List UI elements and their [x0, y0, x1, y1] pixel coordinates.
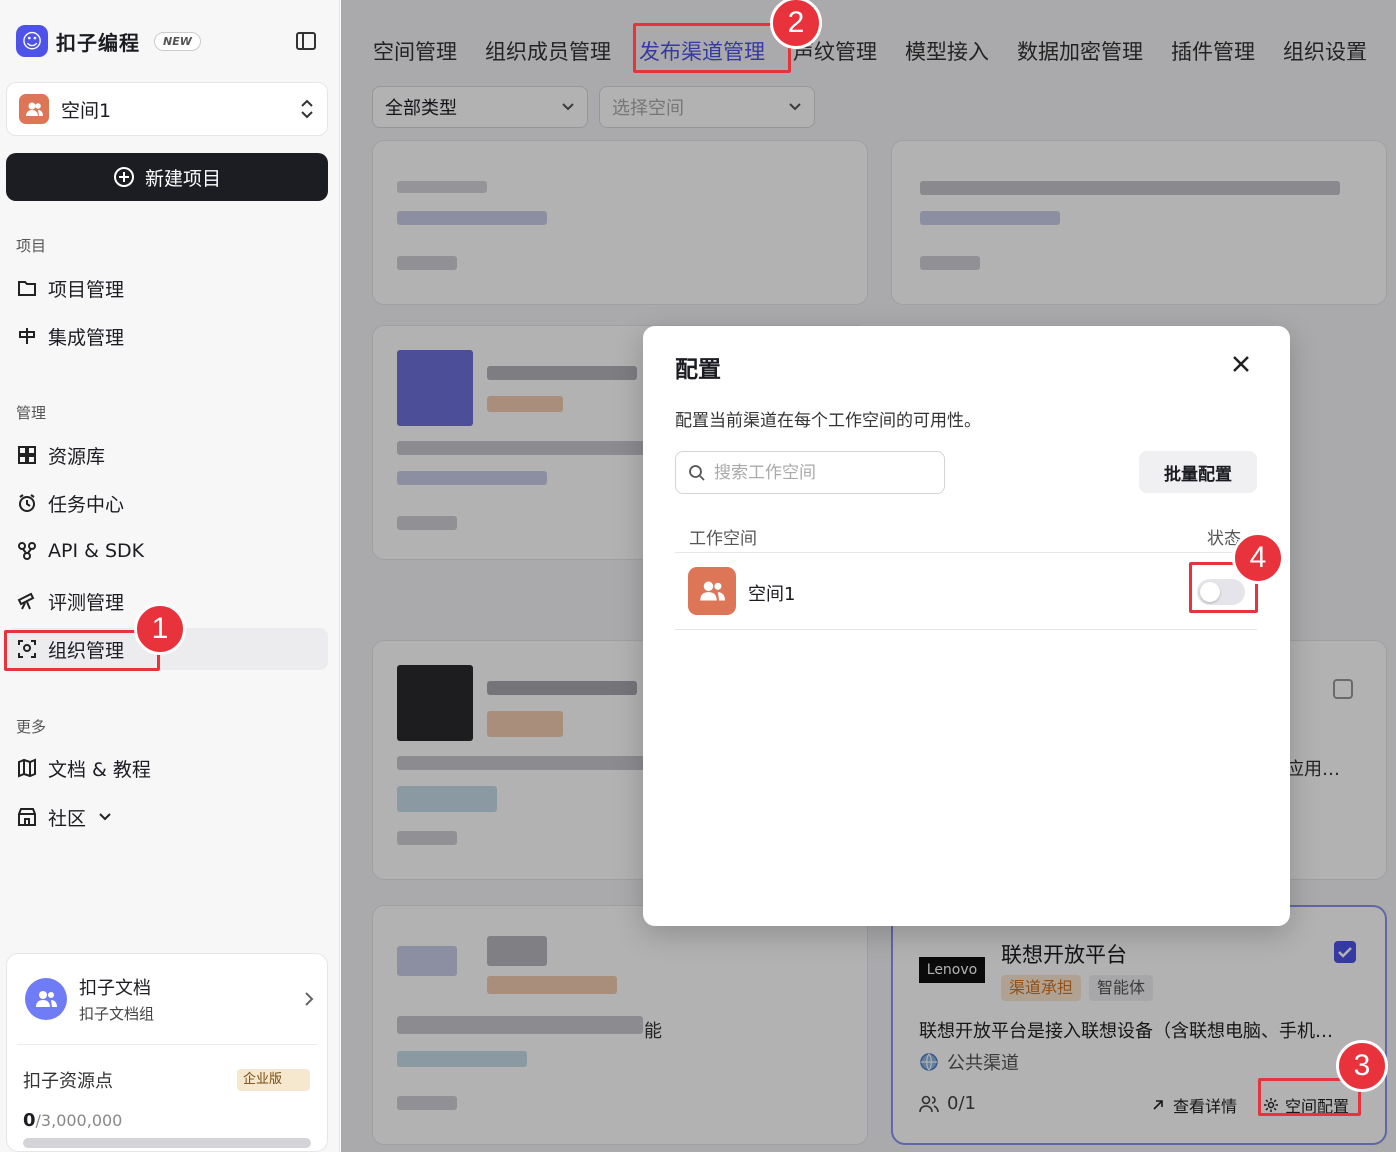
nav-label: 评测管理	[48, 591, 125, 614]
step-badge-4: 4	[1232, 532, 1284, 584]
resource-icon	[16, 444, 38, 466]
sidebar: ☺ 扣子编程 NEW 空间1 新建项目 项目 项目管理 集成管理 管理 资源库 …	[0, 0, 340, 1152]
highlight-box-2	[633, 23, 791, 73]
workspace-avatar-icon	[688, 567, 736, 615]
doc-title: 扣子文档	[79, 978, 151, 999]
modal-description: 配置当前渠道在每个工作空间的可用性。	[675, 411, 981, 431]
nav-label: 文档 & 教程	[48, 758, 151, 781]
config-modal: 配置 配置当前渠道在每个工作空间的可用性。 批量配置 工作空间 状态 空间1	[643, 326, 1290, 926]
new-project-button[interactable]: 新建项目	[6, 153, 328, 201]
group-avatar-icon	[25, 978, 67, 1020]
nav-task-center[interactable]: 任务中心	[6, 482, 328, 524]
book-map-icon	[16, 757, 38, 779]
nav-label: 集成管理	[48, 326, 125, 349]
space-switcher[interactable]: 空间1	[6, 82, 328, 136]
batch-config-button[interactable]: 批量配置	[1139, 451, 1257, 493]
points-used: 0	[23, 1110, 36, 1131]
doc-subtitle: 扣子文档组	[79, 1005, 155, 1023]
points-progress-bar	[23, 1138, 311, 1148]
nav-project-manage[interactable]: 项目管理	[6, 267, 328, 309]
new-badge: NEW	[154, 31, 201, 51]
points-label: 扣子资源点	[23, 1071, 113, 1092]
close-icon[interactable]	[1229, 352, 1253, 376]
nav-community[interactable]: 社区	[6, 796, 328, 838]
modal-title: 配置	[675, 357, 721, 383]
new-project-label: 新建项目	[144, 167, 221, 190]
points-value: 0/3,000,000	[23, 1110, 122, 1131]
step-badge-1: 1	[134, 603, 186, 655]
nav-integration-manage[interactable]: 集成管理	[6, 315, 328, 357]
section-manage: 管理	[16, 404, 47, 422]
workspace-search[interactable]	[675, 451, 945, 494]
enterprise-badge: 企业版	[237, 1069, 311, 1091]
nav-label: API & SDK	[48, 540, 145, 562]
nav-label: 资源库	[48, 445, 106, 468]
search-icon	[689, 464, 705, 481]
points-total: /3,000,000	[35, 1111, 123, 1130]
doc-group-row[interactable]: 扣子文档 扣子文档组	[25, 974, 315, 1024]
chevron-right-icon	[305, 992, 314, 1006]
nav-label: 任务中心	[48, 493, 125, 516]
divider	[17, 1044, 317, 1045]
chevron-down-icon	[99, 813, 111, 821]
alarm-clock-icon	[16, 492, 38, 514]
telescope-icon	[16, 590, 38, 612]
space-name: 空间1	[61, 99, 112, 122]
nav-resource-lib[interactable]: 资源库	[6, 434, 328, 476]
brand-logo-icon: ☺	[16, 25, 48, 57]
workspace-search-input[interactable]	[714, 462, 924, 483]
column-header-workspace: 工作空间	[689, 529, 757, 549]
folder-icon	[16, 277, 38, 299]
nav-api-sdk[interactable]: API & SDK	[6, 530, 328, 572]
brand[interactable]: ☺ 扣子编程 NEW	[16, 24, 201, 58]
nav-label: 社区	[48, 807, 87, 830]
bottom-card: 扣子文档 扣子文档组 扣子资源点 企业版 0/3,000,000	[6, 953, 328, 1152]
section-more: 更多	[16, 718, 47, 736]
space-avatar-icon	[19, 94, 49, 124]
api-icon	[16, 540, 38, 562]
divider	[675, 552, 1257, 553]
sidebar-collapse-icon[interactable]	[295, 30, 317, 52]
switch-arrows-icon	[301, 99, 313, 119]
integration-icon	[16, 325, 38, 347]
divider	[675, 629, 1257, 630]
brand-name: 扣子编程	[56, 30, 140, 55]
section-project: 项目	[16, 237, 47, 255]
workspace-name: 空间1	[748, 584, 796, 605]
step-badge-3: 3	[1336, 1040, 1388, 1092]
nav-docs[interactable]: 文档 & 教程	[6, 747, 328, 789]
plus-circle-icon	[113, 167, 134, 187]
nav-label: 项目管理	[48, 278, 125, 301]
store-icon	[16, 806, 38, 828]
